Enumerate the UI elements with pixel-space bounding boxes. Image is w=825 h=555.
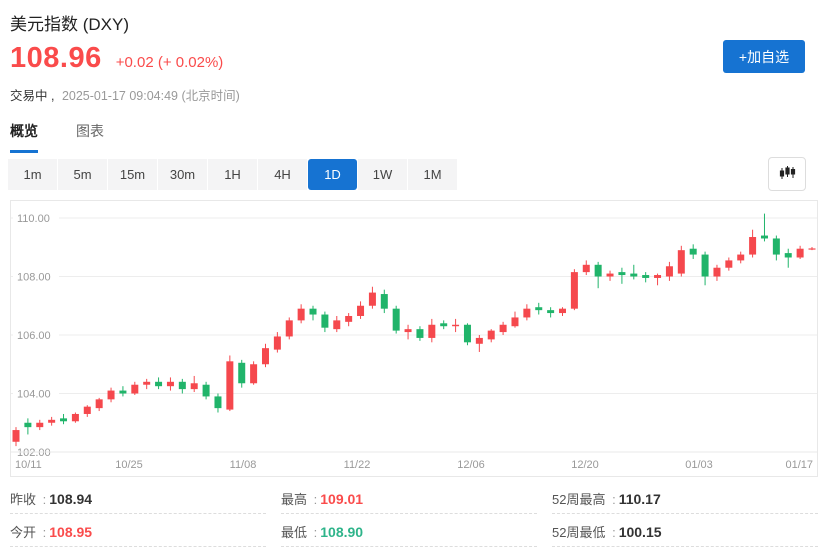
svg-text:108.00: 108.00 (17, 272, 51, 284)
stat-week52-low: 52周最低 :100.15 (552, 514, 818, 547)
svg-text:01/03: 01/03 (685, 459, 713, 471)
chart-canvas: 110.00 108.00 106.00 104.00 102.0010/11 10/25… (11, 201, 817, 476)
stat-label: 昨收 (10, 492, 40, 507)
svg-text:104.00: 104.00 (17, 389, 51, 401)
stat-high: 最高 :109.01 (281, 481, 537, 514)
price-change: +0.02 (+ 0.02%) (116, 54, 224, 71)
stat-label: 最高 (281, 492, 311, 507)
current-price: 108.96 (10, 42, 102, 75)
svg-text:11/22: 11/22 (344, 459, 371, 471)
svg-text:10/11: 10/11 (15, 459, 42, 471)
tab-chart[interactable]: 图表 (76, 121, 104, 153)
stat-low: 最低 :108.90 (281, 514, 537, 547)
period-button-1w[interactable]: 1W (358, 159, 407, 190)
chart-type-button[interactable] (768, 157, 806, 191)
svg-text:102.00: 102.00 (17, 447, 51, 459)
price-row: 108.96 +0.02 (+ 0.02%) (10, 42, 223, 75)
stat-label: 最低 (281, 525, 311, 540)
period-button-5m[interactable]: 5m (58, 159, 107, 190)
period-button-1m[interactable]: 1M (408, 159, 457, 190)
stats-column: 昨收 :108.94今开 :108.95 (10, 481, 266, 547)
tab-overview[interactable]: 概览 (10, 121, 38, 153)
stat-value: 108.95 (49, 524, 92, 540)
period-button-30m[interactable]: 30m (158, 159, 207, 190)
stats-grid: 昨收 :108.94今开 :108.95最高 :109.01最低 :108.90… (10, 481, 818, 547)
stat-value: 110.17 (619, 491, 661, 507)
trading-status-row: 交易中 , 2025-01-17 09:04:49 (北京时间) (10, 85, 240, 104)
stat-week52-high: 52周最高 :110.17 (552, 481, 818, 514)
candlestick-icon (779, 165, 796, 184)
stat-label: 52周最低 (552, 525, 609, 540)
trading-status: 交易中 , (10, 89, 54, 103)
svg-text:11/08: 11/08 (230, 459, 257, 471)
stat-value: 108.90 (320, 524, 363, 540)
stat-open: 今开 :108.95 (10, 514, 266, 547)
quote-timestamp: 2025-01-17 09:04:49 (北京时间) (62, 89, 240, 103)
stat-prev-close: 昨收 :108.94 (10, 481, 266, 514)
period-selector: 1m5m15m30m1H4H1D1W1M (8, 159, 458, 190)
stat-value: 100.15 (619, 524, 662, 540)
period-button-1m[interactable]: 1m (8, 159, 57, 190)
stats-column: 最高 :109.01最低 :108.90 (281, 481, 537, 547)
svg-text:110.00: 110.00 (17, 213, 50, 225)
svg-text:12/20: 12/20 (571, 459, 599, 471)
svg-text:01/17: 01/17 (785, 459, 813, 471)
candlestick-chart[interactable]: 110.00 108.00 106.00 104.00 102.0010/11 10/25… (10, 200, 818, 477)
svg-text:106.00: 106.00 (17, 330, 51, 342)
page-title: 美元指数 (DXY) (10, 10, 129, 35)
add-watchlist-button[interactable]: +加自选 (723, 40, 805, 73)
period-button-1d[interactable]: 1D (308, 159, 357, 190)
period-button-15m[interactable]: 15m (108, 159, 157, 190)
svg-text:12/06: 12/06 (457, 459, 485, 471)
main-tabs: 概览 图表 (10, 121, 104, 153)
stat-value: 109.01 (320, 491, 363, 507)
stat-label: 52周最高 (552, 492, 609, 507)
period-button-1h[interactable]: 1H (208, 159, 257, 190)
svg-text:10/25: 10/25 (115, 459, 143, 471)
period-button-4h[interactable]: 4H (258, 159, 307, 190)
stat-value: 108.94 (49, 491, 92, 507)
stat-label: 今开 (10, 525, 40, 540)
stats-column: 52周最高 :110.1752周最低 :100.15 (552, 481, 818, 547)
